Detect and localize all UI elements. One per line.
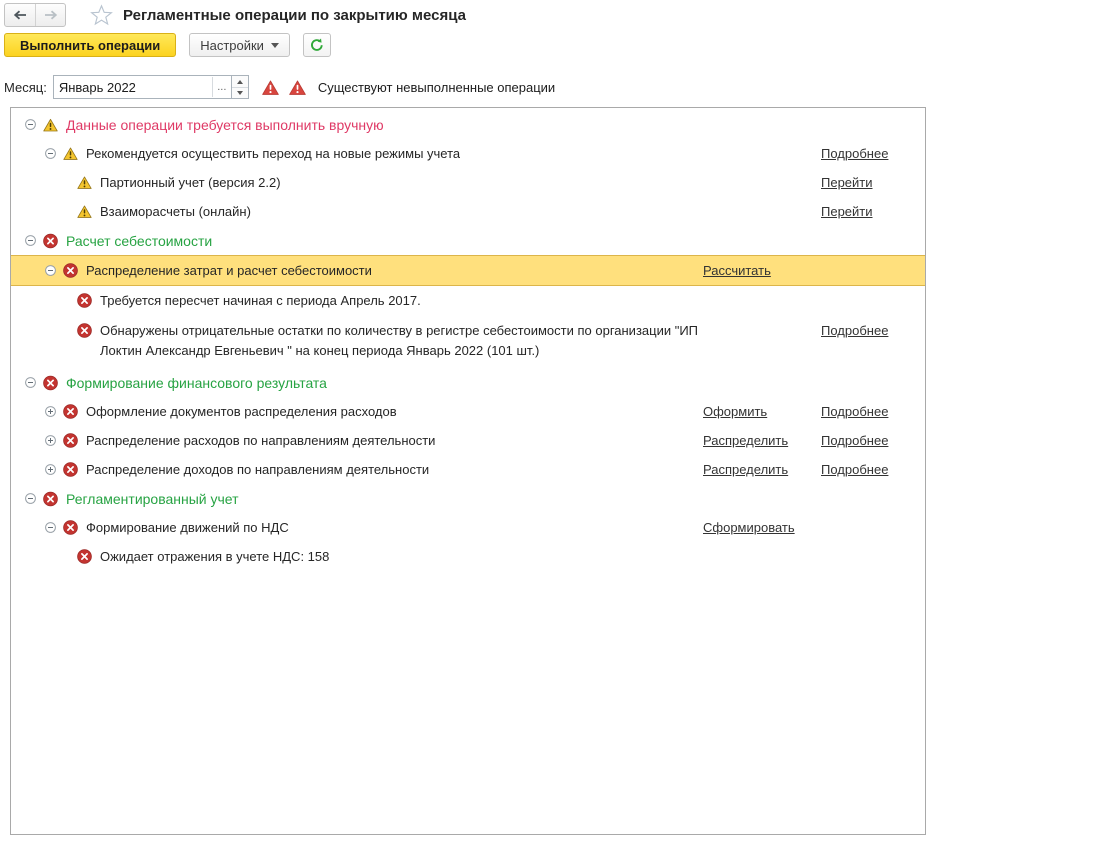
error-icon <box>77 549 92 564</box>
error-icon <box>63 263 78 278</box>
expand-icon[interactable] <box>45 406 56 417</box>
month-stepper <box>232 75 249 99</box>
error-icon <box>77 293 92 308</box>
error-icon <box>43 491 58 506</box>
forward-button[interactable] <box>35 4 65 26</box>
details-link[interactable]: Подробнее <box>821 404 888 419</box>
tree-row[interactable]: Партионный учет (версия 2.2) Перейти <box>11 168 925 197</box>
calculate-link[interactable]: Рассчитать <box>703 263 771 278</box>
row-label: Обнаружены отрицательные остатки по коли… <box>100 321 703 361</box>
go-to-link[interactable]: Перейти <box>821 175 873 190</box>
tree-row[interactable]: Рекомендуется осуществить переход на нов… <box>11 139 925 168</box>
collapse-icon[interactable] <box>25 235 36 246</box>
details-link[interactable]: Подробнее <box>821 462 888 477</box>
month-field: ... <box>53 75 232 99</box>
row-label: Ожидает отражения в учете НДС: 158 <box>100 549 329 564</box>
error-icon <box>43 233 58 248</box>
alert-triangle-icon <box>262 80 279 95</box>
unfinished-operations-warning: Существуют невыполненные операции <box>318 80 555 95</box>
favorite-star-icon[interactable] <box>90 4 113 26</box>
row-label: Оформление документов распределения расх… <box>86 404 397 419</box>
error-icon <box>43 375 58 390</box>
row-label: Партионный учет (версия 2.2) <box>100 175 281 190</box>
chevron-down-icon <box>271 43 279 48</box>
month-input[interactable] <box>54 80 212 95</box>
page-title: Регламентные операции по закрытию месяца <box>123 7 466 24</box>
row-label: Рекомендуется осуществить переход на нов… <box>86 146 460 161</box>
details-link[interactable]: Подробнее <box>821 323 888 338</box>
distribute-link[interactable]: Распределить <box>703 433 788 448</box>
go-to-link[interactable]: Перейти <box>821 204 873 219</box>
month-step-down-button[interactable] <box>232 87 248 98</box>
warning-icon <box>77 204 92 219</box>
collapse-icon[interactable] <box>45 148 56 159</box>
row-label: Взаиморасчеты (онлайн) <box>100 204 251 219</box>
error-icon <box>63 404 78 419</box>
group-title: Регламентированный учет <box>66 491 239 507</box>
row-label: Формирование движений по НДС <box>86 520 289 535</box>
tree-row[interactable]: Ожидает отражения в учете НДС: 158 <box>11 542 925 571</box>
collapse-icon[interactable] <box>45 522 56 533</box>
warning-icon <box>43 117 58 132</box>
collapse-icon[interactable] <box>45 265 56 276</box>
collapse-icon[interactable] <box>25 119 36 130</box>
alert-triangle-icon <box>289 80 306 95</box>
settings-dropdown-button[interactable]: Настройки <box>189 33 290 57</box>
warning-icon <box>77 175 92 190</box>
back-button[interactable] <box>5 4 35 26</box>
row-label: Распределение доходов по направлениям де… <box>86 462 429 477</box>
command-bar: Выполнить операции Настройки <box>4 33 331 57</box>
generate-link[interactable]: Сформировать <box>703 520 795 535</box>
triangle-down-icon <box>237 91 243 95</box>
issue-link[interactable]: Оформить <box>703 404 767 419</box>
triangle-up-icon <box>237 80 243 84</box>
month-selector-row: Месяц: ... Существуют невыполненные опер… <box>4 75 555 99</box>
expand-icon[interactable] <box>45 435 56 446</box>
month-picker-button[interactable]: ... <box>212 77 231 97</box>
details-link[interactable]: Подробнее <box>821 146 888 161</box>
warning-icon <box>63 146 78 161</box>
tree-row[interactable]: Оформление документов распределения расх… <box>11 397 925 426</box>
tree-row[interactable]: Распределение доходов по направлениям де… <box>11 455 925 484</box>
refresh-button[interactable] <box>303 33 331 57</box>
error-icon <box>63 462 78 477</box>
error-icon <box>63 433 78 448</box>
details-link[interactable]: Подробнее <box>821 433 888 448</box>
window-header: Регламентные операции по закрытию месяца <box>4 3 466 27</box>
distribute-link[interactable]: Распределить <box>703 462 788 477</box>
tree-group-row[interactable]: Расчет себестоимости <box>11 226 925 255</box>
refresh-icon <box>310 37 324 53</box>
collapse-icon[interactable] <box>25 377 36 388</box>
tree-row[interactable]: Обнаружены отрицательные остатки по коли… <box>11 315 925 368</box>
month-step-up-button[interactable] <box>232 76 248 87</box>
tree-group-row[interactable]: Данные операции требуется выполнить вруч… <box>11 110 925 139</box>
settings-button-label: Настройки <box>200 38 264 53</box>
arrow-right-icon <box>44 10 58 20</box>
history-nav <box>4 3 66 27</box>
execute-operations-button[interactable]: Выполнить операции <box>4 33 176 57</box>
expand-icon[interactable] <box>45 464 56 475</box>
tree-row-selected[interactable]: Распределение затрат и расчет себестоимо… <box>11 255 925 286</box>
group-title: Расчет себестоимости <box>66 233 212 249</box>
error-icon <box>63 520 78 535</box>
tree-row[interactable]: Формирование движений по НДС Сформироват… <box>11 513 925 542</box>
arrow-left-icon <box>13 10 27 20</box>
row-label: Распределение расходов по направлениям д… <box>86 433 435 448</box>
error-icon <box>77 323 92 338</box>
tree-row[interactable]: Требуется пересчет начиная с периода Апр… <box>11 286 925 315</box>
row-label: Распределение затрат и расчет себестоимо… <box>86 263 372 278</box>
tree-row[interactable]: Взаиморасчеты (онлайн) Перейти <box>11 197 925 226</box>
operations-tree-panel: Данные операции требуется выполнить вруч… <box>10 107 926 835</box>
tree-row[interactable]: Распределение расходов по направлениям д… <box>11 426 925 455</box>
tree-group-row[interactable]: Регламентированный учет <box>11 484 925 513</box>
row-label: Требуется пересчет начиная с периода Апр… <box>100 293 421 308</box>
month-label: Месяц: <box>4 80 47 95</box>
group-title: Данные операции требуется выполнить вруч… <box>66 117 384 133</box>
tree-group-row[interactable]: Формирование финансового результата <box>11 368 925 397</box>
collapse-icon[interactable] <box>25 493 36 504</box>
group-title: Формирование финансового результата <box>66 375 327 391</box>
